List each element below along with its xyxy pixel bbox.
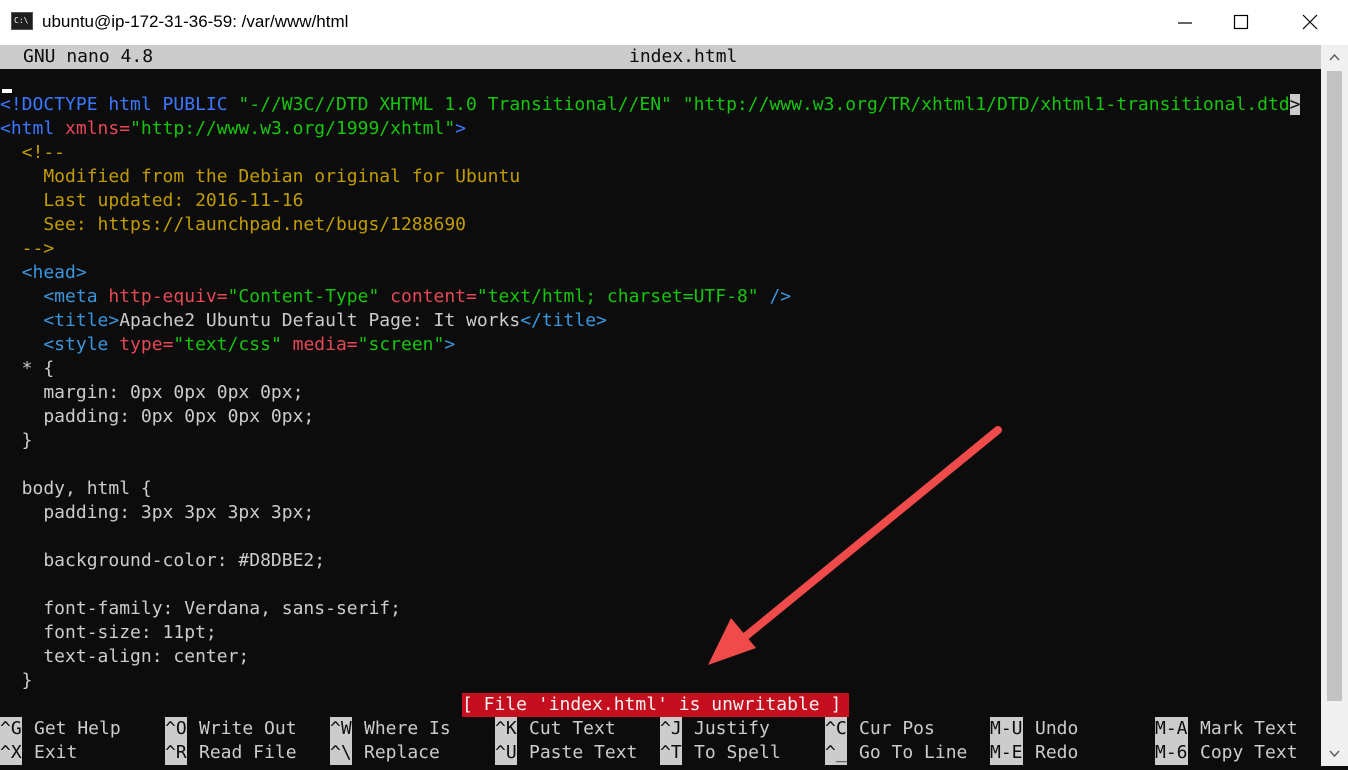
annotation-arrow-icon — [708, 426, 1002, 665]
